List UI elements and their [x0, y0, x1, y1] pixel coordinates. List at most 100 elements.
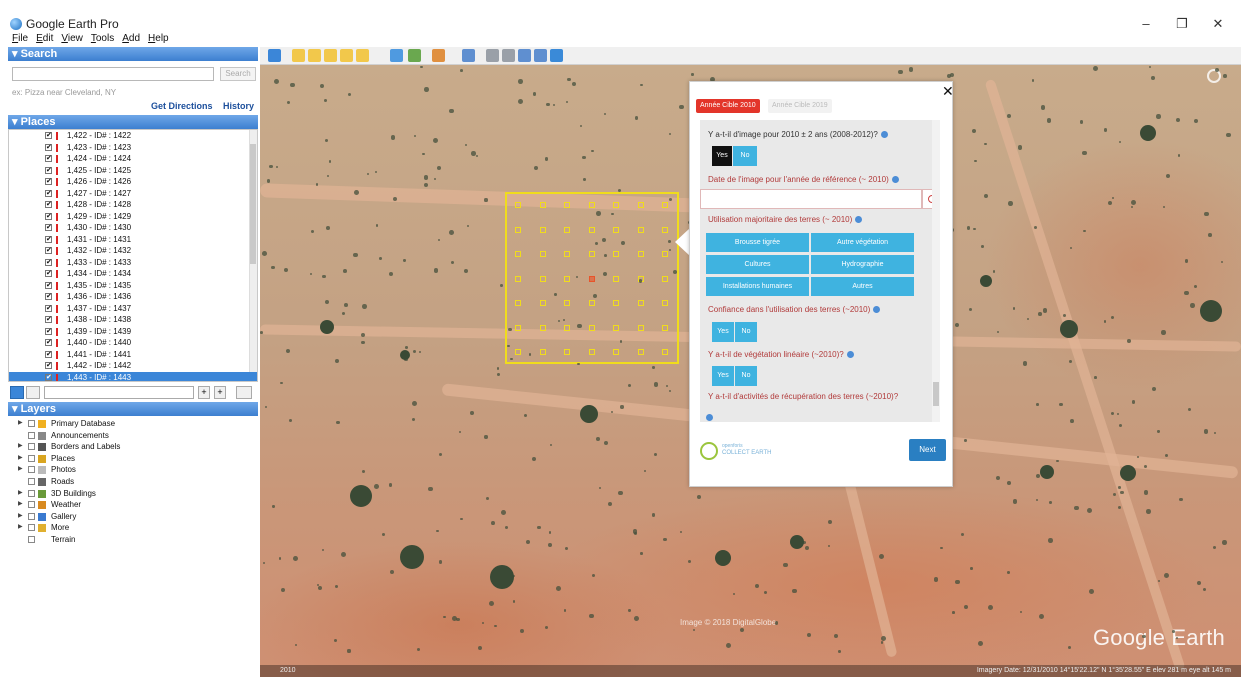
places-panel-header[interactable]: ▾ Places	[8, 115, 258, 129]
search-input[interactable]	[12, 67, 214, 81]
land-use-option[interactable]: Installations humaines	[706, 277, 809, 296]
toolbar-tool-icon[interactable]	[268, 49, 281, 62]
toolbar-tool-icon[interactable]	[534, 49, 547, 62]
place-checkbox[interactable]: ✔	[45, 327, 52, 335]
layer-checkbox[interactable]	[28, 443, 35, 451]
menu-help[interactable]: Help	[148, 33, 169, 47]
sample-point[interactable]	[539, 251, 546, 257]
linear-vegetation-no-button[interactable]: No	[735, 366, 757, 386]
sample-point[interactable]	[637, 324, 644, 331]
form-scrollbar[interactable]	[932, 120, 940, 422]
sample-point[interactable]	[613, 349, 619, 355]
place-checkbox[interactable]: ✔	[45, 362, 52, 369]
sample-point[interactable]	[588, 324, 595, 331]
toolbar-tool-icon[interactable]	[502, 49, 515, 62]
toolbar-tool-icon[interactable]	[462, 49, 475, 62]
sample-point[interactable]	[588, 349, 595, 355]
sample-point[interactable]	[588, 226, 595, 233]
place-item[interactable]: ✔ 1,432 - ID# : 1432	[9, 245, 257, 257]
land-use-option[interactable]: Hydrographie	[811, 255, 914, 274]
layer-checkbox[interactable]	[28, 535, 35, 543]
place-checkbox[interactable]: ✔	[45, 316, 52, 323]
sample-point[interactable]	[613, 324, 619, 331]
layer-checkbox[interactable]	[28, 420, 35, 427]
place-checkbox[interactable]: ✔	[45, 350, 52, 358]
sample-point[interactable]	[539, 226, 546, 233]
place-checkbox[interactable]: ✔	[45, 235, 52, 243]
layer-checkbox[interactable]	[28, 501, 35, 509]
place-checkbox[interactable]: ✔	[45, 155, 52, 162]
place-checkbox[interactable]: ✔	[45, 373, 52, 381]
sample-point[interactable]	[515, 300, 521, 306]
sample-point[interactable]	[637, 226, 644, 233]
layers-panel-header[interactable]: ▾ Layers	[8, 402, 258, 416]
layer-item[interactable]: ▶ Places	[8, 453, 258, 465]
sample-point[interactable]	[613, 202, 619, 208]
sample-point[interactable]	[539, 275, 546, 282]
toolbar-tool-icon[interactable]	[356, 49, 369, 62]
layer-item[interactable]: Roads	[8, 476, 258, 488]
history-link[interactable]: History	[223, 101, 254, 111]
restore-button[interactable]: ❐	[1172, 16, 1192, 32]
image-available-no-button[interactable]: No	[733, 146, 757, 166]
place-item[interactable]: ✔ 1,442 - ID# : 1442	[9, 360, 257, 372]
sample-point[interactable]	[662, 275, 668, 282]
places-view-icon[interactable]	[10, 386, 24, 399]
toolbar-tool-icon[interactable]	[550, 49, 563, 62]
expand-arrow-icon[interactable]: ▶	[18, 441, 23, 453]
place-item[interactable]: ✔ 1,427 - ID# : 1427	[9, 188, 257, 200]
help-icon[interactable]	[846, 351, 854, 358]
next-button[interactable]: Next	[909, 439, 946, 461]
menu-add[interactable]: Add	[122, 33, 140, 47]
place-checkbox[interactable]: ✔	[45, 189, 52, 197]
layer-checkbox[interactable]	[28, 489, 35, 497]
layer-checkbox[interactable]	[28, 466, 35, 474]
sample-point[interactable]	[515, 202, 521, 208]
layer-checkbox[interactable]	[28, 431, 35, 439]
place-checkbox[interactable]: ✔	[45, 281, 52, 289]
layer-item[interactable]: ▶ Gallery	[8, 511, 258, 523]
place-item[interactable]: ✔ 1,425 - ID# : 1425	[9, 165, 257, 177]
place-item[interactable]: ✔ 1,440 - ID# : 1440	[9, 337, 257, 349]
layer-item[interactable]: ▶ More	[8, 522, 258, 534]
land-use-option[interactable]: Autre végétation	[811, 233, 914, 252]
places-add-icon[interactable]: +	[198, 386, 210, 399]
land-use-option[interactable]: Cultures	[706, 255, 809, 274]
sample-point[interactable]	[564, 349, 570, 355]
sampling-plot-grid[interactable]	[505, 192, 679, 364]
place-checkbox[interactable]: ✔	[45, 293, 52, 300]
place-checkbox[interactable]: ✔	[45, 304, 52, 312]
expand-arrow-icon[interactable]: ▶	[18, 522, 23, 534]
sample-point[interactable]	[588, 202, 595, 208]
sample-point[interactable]	[613, 300, 619, 306]
sample-point[interactable]	[515, 324, 521, 331]
layer-item[interactable]: ▶ Weather	[8, 499, 258, 511]
place-checkbox[interactable]: ✔	[45, 212, 52, 220]
place-item[interactable]: ✔ 1,433 - ID# : 1433	[9, 257, 257, 269]
expand-arrow-icon[interactable]: ▶	[18, 499, 23, 511]
place-item[interactable]: ✔ 1,429 - ID# : 1429	[9, 211, 257, 223]
confidence-no-button[interactable]: No	[735, 322, 757, 342]
sample-point[interactable]	[564, 202, 570, 208]
toolbar-tool-icon[interactable]	[408, 49, 421, 62]
expand-arrow-icon[interactable]: ▶	[18, 511, 23, 523]
layer-checkbox[interactable]	[28, 477, 35, 485]
land-use-option[interactable]: Autres	[811, 277, 914, 296]
layer-item[interactable]: Announcements	[8, 430, 258, 442]
place-item[interactable]: ✔ 1,430 - ID# : 1430	[9, 222, 257, 234]
sample-point[interactable]	[637, 251, 644, 257]
expand-arrow-icon[interactable]: ▶	[18, 418, 23, 430]
layer-item[interactable]: ▶ 3D Buildings	[8, 488, 258, 500]
sample-point[interactable]	[564, 300, 570, 306]
linear-vegetation-yes-button[interactable]: Yes	[712, 366, 734, 386]
form-scroll-thumb[interactable]	[933, 382, 939, 406]
sample-point[interactable]	[662, 349, 668, 355]
sample-point[interactable]	[515, 226, 521, 233]
places-add-folder-icon[interactable]: +	[214, 386, 226, 399]
sample-point[interactable]	[613, 275, 619, 282]
sample-point[interactable]	[662, 300, 668, 306]
toolbar-tool-icon[interactable]	[324, 49, 337, 62]
place-item[interactable]: ✔ 1,428 - ID# : 1428	[9, 199, 257, 211]
help-icon[interactable]	[880, 131, 888, 138]
sample-point[interactable]	[564, 275, 570, 282]
